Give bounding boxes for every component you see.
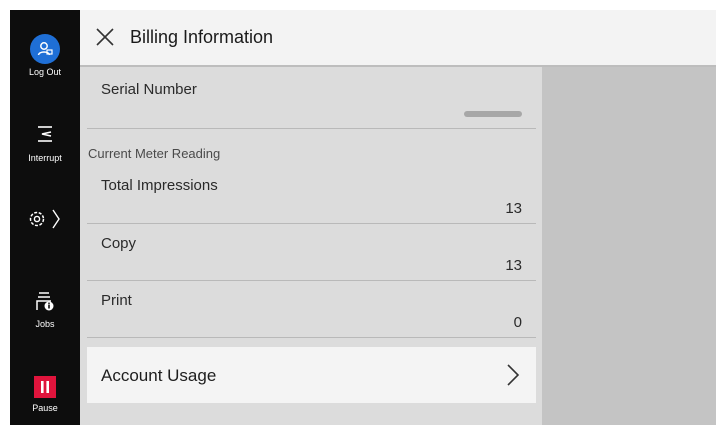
divider [87, 128, 536, 129]
pause-button[interactable]: Pause [10, 376, 80, 413]
sidebar: Log Out Interrupt Jobs Pause [10, 10, 80, 425]
interrupt-label: Interrupt [28, 153, 62, 163]
account-usage-label: Account Usage [101, 366, 217, 385]
divider [87, 280, 536, 281]
interrupt-button[interactable]: Interrupt [10, 124, 80, 163]
logout-button[interactable]: Log Out [10, 34, 80, 77]
header: Billing Information [80, 10, 716, 67]
pause-label: Pause [32, 403, 58, 413]
billing-panel: Serial Number Current Meter Reading Tota… [80, 67, 542, 425]
print-value: 0 [513, 314, 522, 331]
print-label: Print [101, 292, 132, 309]
serial-number-value [464, 111, 522, 117]
pause-icon [34, 376, 56, 398]
copy-value: 13 [505, 257, 522, 274]
serial-number-label: Serial Number [101, 81, 197, 98]
divider [87, 337, 536, 338]
gear-icon [29, 209, 60, 229]
interrupt-icon [38, 126, 52, 142]
user-logout-icon [30, 34, 60, 64]
total-impressions-value: 13 [505, 200, 522, 217]
page-title: Billing Information [130, 27, 274, 47]
right-pane [542, 67, 716, 425]
total-impressions-label: Total Impressions [101, 177, 218, 194]
settings-button[interactable] [10, 206, 80, 237]
jobs-button[interactable]: Jobs [10, 290, 80, 329]
close-button[interactable] [90, 22, 120, 52]
main-area: Billing Information Serial Number Curren… [80, 10, 716, 425]
logout-label: Log Out [28, 67, 62, 77]
divider [87, 223, 536, 224]
chevron-right-icon [507, 364, 520, 386]
copy-label: Copy [101, 235, 137, 252]
jobs-label: Jobs [35, 319, 55, 329]
close-icon [96, 28, 114, 46]
meter-section-title: Current Meter Reading [88, 146, 221, 161]
account-usage-button[interactable]: Account Usage [87, 347, 536, 403]
jobs-icon [36, 292, 54, 311]
